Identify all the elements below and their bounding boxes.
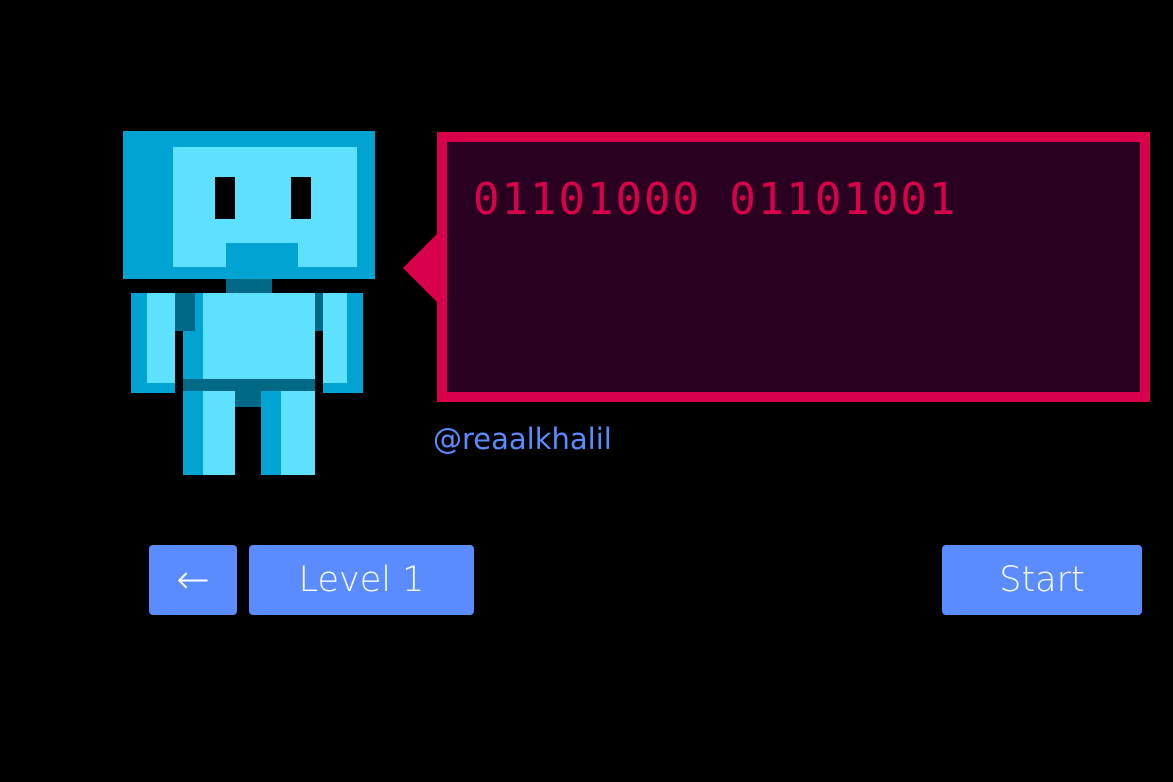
robot-character: [123, 131, 375, 476]
back-button[interactable]: ←: [149, 545, 237, 615]
speech-bubble: 01101000 01101001: [437, 132, 1150, 402]
speech-bubble-tail: [403, 232, 439, 304]
start-button[interactable]: Start: [942, 545, 1142, 615]
level-button[interactable]: Level 1: [249, 545, 474, 615]
robot-icon: [123, 131, 375, 475]
speech-bubble-text: 01101000 01101001: [473, 174, 958, 225]
author-handle[interactable]: @reaalkhalil: [433, 422, 612, 456]
